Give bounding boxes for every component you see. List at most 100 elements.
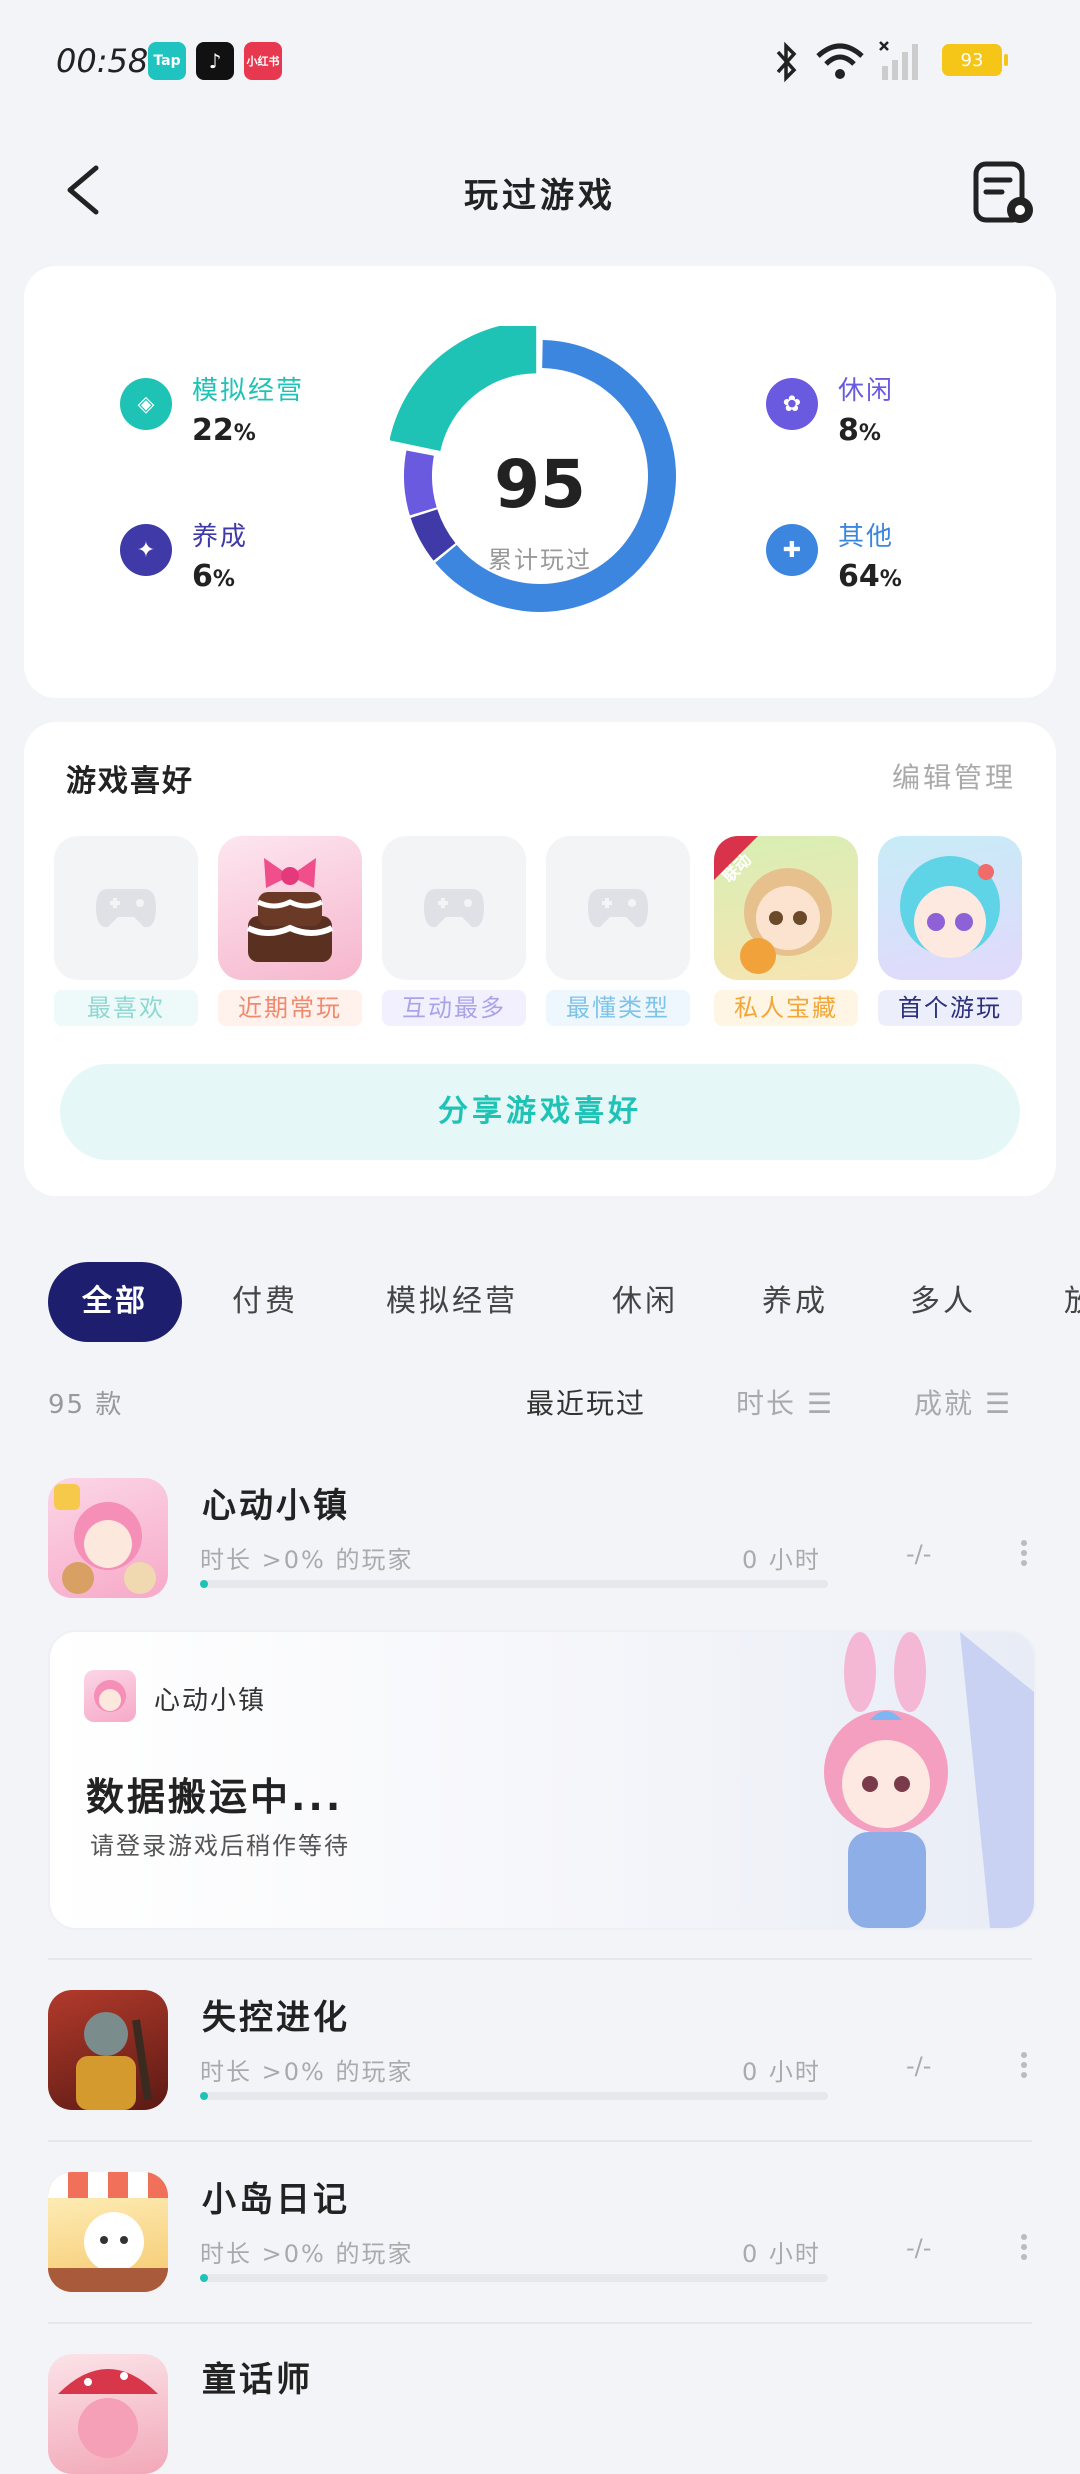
more-options-icon[interactable] [1014, 1536, 1034, 1576]
tab-simulation[interactable]: 模拟经营 [386, 1262, 518, 1342]
banner-title: 数据搬运中... [86, 1775, 344, 1819]
heart-town-icon [54, 1484, 156, 1594]
tile-label-text: 首个游玩 [898, 994, 1002, 1022]
game-title[interactable]: 失控进化 [202, 1990, 350, 2039]
game-icon[interactable] [48, 1478, 168, 1598]
tile-label: 私人宝藏 [714, 990, 858, 1026]
page-title: 玩过游戏 [464, 176, 616, 216]
gamepad-placeholder-icon [588, 889, 648, 928]
tile-label: 近期常玩 [218, 990, 362, 1026]
edit-manage-link[interactable]: 编辑管理 [892, 756, 1016, 796]
share-preferences-button[interactable]: 分享游戏喜好 [60, 1064, 1020, 1160]
playtime-hours: 0 小时 [742, 1546, 821, 1574]
progress-fill [200, 2274, 208, 2282]
tab-nurture[interactable]: 养成 [762, 1262, 828, 1342]
tile-label: 首个游玩 [878, 990, 1022, 1026]
tile-label-text: 近期常玩 [238, 994, 342, 1022]
stats-card: ◈ 模拟经营 22% ✦ 养成 6% ✿ 休闲 8% ✚ 其他 64% 95 累… [24, 266, 1056, 698]
game-preferences-card: 游戏喜好 编辑管理 联动 最喜欢 近期常玩 互动最多 最懂类型 私人宝藏 首个游… [24, 722, 1056, 1196]
bluetooth-icon [776, 41, 797, 83]
banner-subtitle: 请登录游戏后稍作等待 [90, 1832, 350, 1860]
section-title: 游戏喜好 [66, 764, 194, 799]
tile-label: 最懂类型 [546, 990, 690, 1026]
stat-unit: % [212, 567, 235, 592]
gamepad-icon: ✚ [766, 524, 818, 576]
stat-unit: % [233, 421, 256, 446]
data-migration-banner[interactable]: 心动小镇 数据搬运中... 请登录游戏后稍作等待 [48, 1630, 1036, 1930]
sort-achievements[interactable]: 成就 ☰ [914, 1382, 1012, 1422]
gem-icon: ✦ [120, 524, 172, 576]
island-diary-icon [48, 2172, 168, 2292]
list-settings-icon[interactable] [970, 160, 1040, 230]
sort-recent[interactable]: 最近玩过 [526, 1382, 646, 1422]
achievement-count: -/- [906, 2052, 932, 2080]
stat-value: 8 [838, 413, 859, 448]
tile-label: 最喜欢 [54, 990, 198, 1026]
total-played-count: 95 [494, 446, 586, 523]
bunny-girl-illustration [824, 1632, 1034, 1928]
donut-slice-模拟经营 [389, 321, 537, 452]
favorite-tile-empty[interactable] [54, 836, 198, 980]
tab-casual[interactable]: 休闲 [612, 1262, 678, 1342]
tile-label-text: 最喜欢 [87, 994, 165, 1022]
stat-value: 22 [192, 413, 234, 448]
category-donut-chart: 95 累计玩过 [389, 321, 690, 626]
status-bar: 00:58 Tap ♪ 小红书 93 [0, 0, 1080, 120]
game-icon[interactable] [48, 2172, 168, 2292]
more-options-icon[interactable] [1014, 2048, 1034, 2088]
row-divider [48, 1958, 1032, 1960]
tab-multiplayer[interactable]: 多人 [910, 1262, 976, 1342]
tab-paid[interactable]: 付费 [232, 1262, 298, 1342]
total-played-label: 累计玩过 [488, 546, 592, 574]
more-options-icon[interactable] [1014, 2230, 1034, 2270]
out-of-control-icon [76, 2012, 152, 2110]
sort-duration[interactable]: 时长 ☰ [736, 1382, 834, 1422]
playtime-progress-bar [200, 2274, 828, 2282]
stat-unit: % [879, 567, 902, 592]
banner-game-name: 心动小镇 [154, 1686, 267, 1716]
tab-more[interactable]: 放 [1064, 1262, 1080, 1342]
tile-label-text: 最懂类型 [566, 994, 670, 1022]
game-title[interactable]: 心动小镇 [202, 1478, 350, 1527]
game-title[interactable]: 童话师 [202, 2352, 313, 2401]
tile-label-text: 互动最多 [402, 994, 506, 1022]
cellular-signal-icon [879, 41, 918, 80]
gamepad-placeholder-icon [424, 889, 484, 928]
clock: 00:58 [56, 42, 149, 80]
playtime-percentile: 时长 >0% 的玩家 [200, 2058, 414, 2086]
favorite-tile-empty[interactable] [382, 836, 526, 980]
cake-game-icon [246, 858, 334, 962]
stat-label: 休闲 [838, 376, 895, 406]
game-title[interactable]: 小岛日记 [202, 2172, 350, 2221]
stat-simulation: ◈ 模拟经营 22% [120, 370, 304, 448]
favorite-tile-empty[interactable] [546, 836, 690, 980]
playtime-hours: 0 小时 [742, 2240, 821, 2268]
stat-label: 养成 [192, 522, 249, 552]
game-icon[interactable] [48, 1990, 168, 2110]
stat-other: ✚ 其他 64% [766, 516, 902, 594]
favorite-tile-cake-game[interactable] [218, 836, 362, 980]
xiaohongshu-notification-icon: 小红书 [244, 42, 282, 80]
stat-value: 64 [838, 559, 880, 594]
fairy-tale-master-icon [58, 2369, 158, 2458]
battery-indicator: 93 [942, 44, 1008, 76]
stat-label: 其他 [838, 522, 895, 552]
chibi-girl-icon [900, 856, 1000, 958]
taptap-notification-icon: Tap [148, 42, 186, 80]
game-count: 95 款 [48, 1390, 124, 1420]
stat-value: 6 [192, 559, 213, 594]
favorite-tile-first-game[interactable] [878, 836, 1022, 980]
tile-label-text: 私人宝藏 [734, 994, 838, 1022]
heart-town-mini-icon [94, 1680, 126, 1712]
game-icon[interactable] [48, 2354, 168, 2474]
progress-fill [200, 1580, 208, 1588]
favorite-tile-collab-game[interactable]: 联动 [714, 836, 858, 980]
progress-fill [200, 2092, 208, 2100]
tab-all[interactable]: 全部 [48, 1262, 182, 1342]
stat-nurture: ✦ 养成 6% [120, 516, 248, 594]
category-tabs: 全部 付费 模拟经营 休闲 养成 多人 放 [0, 1262, 1080, 1342]
wifi-icon [816, 43, 864, 79]
playtime-percentile: 时长 >0% 的玩家 [200, 2240, 414, 2268]
gamepad-placeholder-icon [96, 889, 156, 928]
paw-icon: ✿ [766, 378, 818, 430]
